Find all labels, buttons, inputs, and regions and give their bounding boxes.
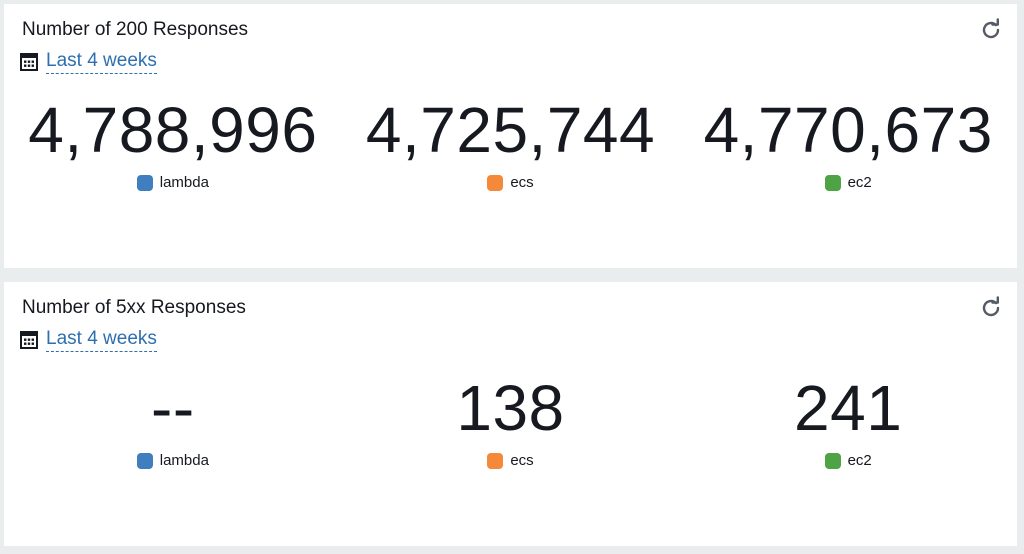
widget-200-responses: Number of 200 Responses Last 4 weeks 4,7… (4, 4, 1017, 268)
metrics-row: -- lambda 138 ecs 241 ec2 (4, 370, 1017, 470)
metric-ec2: 241 ec2 (679, 370, 1017, 470)
calendar-icon (20, 53, 38, 71)
legend-label: ec2 (847, 174, 872, 191)
legend-swatch (487, 175, 504, 191)
legend-swatch (824, 453, 841, 469)
legend-swatch (136, 175, 153, 191)
widget-title: Number of 5xx Responses (22, 297, 246, 318)
widget-title: Number of 200 Responses (22, 19, 249, 40)
legend-item: ecs (487, 452, 534, 470)
legend-label: ecs (510, 452, 534, 469)
legend-label: ecs (510, 174, 534, 191)
metric-value: -- (151, 372, 195, 444)
legend-item: ec2 (824, 174, 872, 192)
metric-value: 4,725,744 (365, 94, 656, 166)
calendar-icon (20, 331, 38, 349)
legend-swatch (136, 453, 153, 469)
refresh-button[interactable] (977, 16, 1005, 44)
metrics-row: 4,788,996 lambda 4,725,744 ecs 4,770,673… (4, 92, 1017, 192)
legend-label: ec2 (847, 452, 872, 469)
metric-value: 138 (456, 372, 565, 444)
refresh-button[interactable] (977, 294, 1005, 322)
time-range: Last 4 weeks (20, 328, 157, 352)
legend-label: lambda (159, 452, 209, 469)
time-range: Last 4 weeks (20, 50, 157, 74)
metric-lambda: -- lambda (4, 370, 342, 470)
metric-value: 4,770,673 (703, 94, 993, 166)
refresh-icon (982, 18, 1000, 39)
metric-lambda: 4,788,996 lambda (4, 92, 342, 192)
legend-item: ec2 (824, 452, 872, 470)
refresh-icon (982, 296, 1000, 317)
legend-item: lambda (136, 452, 209, 470)
metric-ecs: 4,725,744 ecs (342, 92, 680, 192)
metric-value: 241 (794, 372, 903, 444)
legend-swatch (824, 175, 841, 191)
metric-ecs: 138 ecs (342, 370, 680, 470)
legend-label: lambda (159, 174, 209, 191)
legend-swatch (487, 453, 504, 469)
metric-value: 4,788,996 (28, 94, 318, 166)
widget-5xx-responses: Number of 5xx Responses Last 4 weeks -- … (4, 282, 1017, 546)
time-range-link[interactable]: Last 4 weeks (46, 50, 157, 74)
legend-item: ecs (487, 174, 534, 192)
legend-item: lambda (136, 174, 209, 192)
time-range-link[interactable]: Last 4 weeks (46, 328, 157, 352)
metric-ec2: 4,770,673 ec2 (679, 92, 1017, 192)
